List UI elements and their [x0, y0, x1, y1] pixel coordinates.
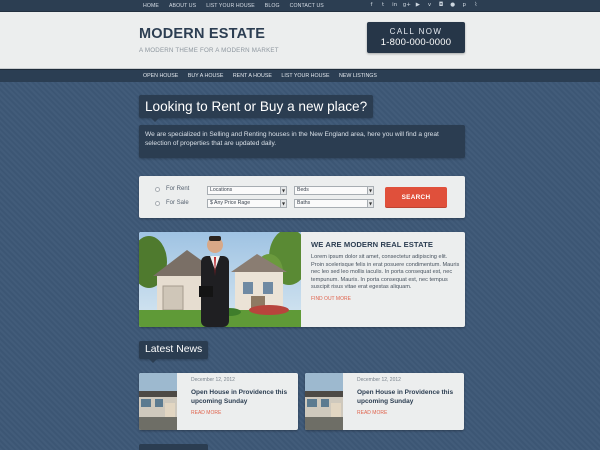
site-tagline: A MODERN THEME FOR A MODERN MARKET [139, 47, 279, 54]
search-panel: For Rent For Sale Locations ▼ $ Any Pric… [139, 176, 465, 218]
for-sale-label: For Sale [166, 200, 189, 206]
news-thumbnail [139, 373, 177, 430]
topnav-about[interactable]: ABOUT US [169, 0, 196, 12]
latest-news-title: Latest News [139, 341, 209, 363]
nav-rent-house[interactable]: RENT A HOUSE [233, 70, 272, 82]
topnav-home[interactable]: HOME [143, 0, 159, 12]
facebook-icon[interactable]: f [368, 2, 375, 9]
baths-value: Baths [297, 200, 311, 206]
top-bar: HOME ABOUT US LIST YOUR HOUSE BLOG CONTA… [0, 0, 600, 12]
chevron-down-icon: ▼ [367, 200, 373, 207]
instagram-icon[interactable]: ◘ [438, 2, 445, 9]
feature-title: WE ARE MODERN REAL ESTATE [311, 240, 434, 249]
read-more-link[interactable]: READ MORE [357, 410, 387, 416]
locations-select[interactable]: Locations ▼ [207, 186, 287, 195]
beds-select[interactable]: Beds ▼ [294, 186, 374, 195]
locations-value: Locations [210, 187, 233, 193]
chevron-down-icon: ▼ [367, 187, 373, 194]
top-nav: HOME ABOUT US LIST YOUR HOUSE BLOG CONTA… [143, 0, 334, 12]
call-now-label: CALL NOW [389, 27, 443, 36]
hero-title: Looking to Rent or Buy a new place? [139, 95, 374, 122]
news-date: December 12, 2012 [191, 377, 235, 383]
news-thumbnail [305, 373, 343, 430]
for-sale-radio[interactable] [155, 201, 160, 206]
pinterest-icon[interactable]: p [461, 2, 468, 9]
site-header: MODERN ESTATE A MODERN THEME FOR A MODER… [0, 12, 600, 69]
for-rent-label: For Rent [166, 186, 190, 192]
twitter-icon[interactable]: t [380, 2, 387, 9]
news-card[interactable]: December 12, 2012 Open House in Providen… [305, 373, 464, 430]
agent-photo [139, 232, 301, 327]
feature-box: WE ARE MODERN REAL ESTATE Lorem ipsum do… [139, 232, 465, 327]
topnav-contact[interactable]: CONTACT US [290, 0, 324, 12]
nav-new-listings[interactable]: NEW LISTINGS [339, 70, 377, 82]
googleplus-icon[interactable]: g+ [403, 2, 411, 9]
nav-open-house[interactable]: OPEN HOUSE [143, 70, 178, 82]
youtube-icon[interactable]: ▶ [414, 2, 421, 9]
topnav-list-house[interactable]: LIST YOUR HOUSE [206, 0, 255, 12]
rss-icon[interactable]: ⌇ [472, 2, 479, 9]
vimeo-icon[interactable]: v [426, 2, 433, 9]
topnav-blog[interactable]: BLOG [265, 0, 280, 12]
news-card[interactable]: December 12, 2012 Open House in Providen… [139, 373, 298, 430]
news-date: December 12, 2012 [357, 377, 401, 383]
price-select[interactable]: $ Any Price Rage ▼ [207, 199, 287, 208]
social-icons: f t in g+ ▶ v ◘ ● p ⌇ [368, 2, 484, 9]
call-now-box[interactable]: CALL NOW 1-800-000-0000 [367, 22, 465, 53]
price-value: $ Any Price Rage [210, 200, 251, 206]
search-button[interactable]: SEARCH [385, 187, 447, 208]
nav-list-house[interactable]: LIST YOUR HOUSE [281, 70, 329, 82]
news-title[interactable]: Open House in Providence this upcoming S… [191, 388, 293, 406]
main-nav: OPEN HOUSE BUY A HOUSE RENT A HOUSE LIST… [0, 69, 600, 82]
phone-number: 1-800-000-0000 [380, 37, 452, 48]
section-title-tab [139, 444, 208, 450]
nav-buy-house[interactable]: BUY A HOUSE [188, 70, 224, 82]
read-more-link[interactable]: READ MORE [191, 410, 221, 416]
flickr-icon[interactable]: ● [449, 2, 456, 9]
hero-description: We are specialized in Selling and Rentin… [139, 125, 465, 158]
for-rent-radio[interactable] [155, 187, 160, 192]
chevron-down-icon: ▼ [280, 187, 286, 194]
beds-value: Beds [297, 187, 309, 193]
feature-text: Lorem ipsum dolor sit amet, consectetur … [311, 254, 460, 291]
news-title[interactable]: Open House in Providence this upcoming S… [357, 388, 459, 406]
site-logo[interactable]: MODERN ESTATE [139, 26, 265, 42]
chevron-down-icon: ▼ [280, 200, 286, 207]
linkedin-icon[interactable]: in [391, 2, 398, 9]
baths-select[interactable]: Baths ▼ [294, 199, 374, 208]
find-out-more-link[interactable]: FIND OUT MORE [311, 296, 351, 302]
